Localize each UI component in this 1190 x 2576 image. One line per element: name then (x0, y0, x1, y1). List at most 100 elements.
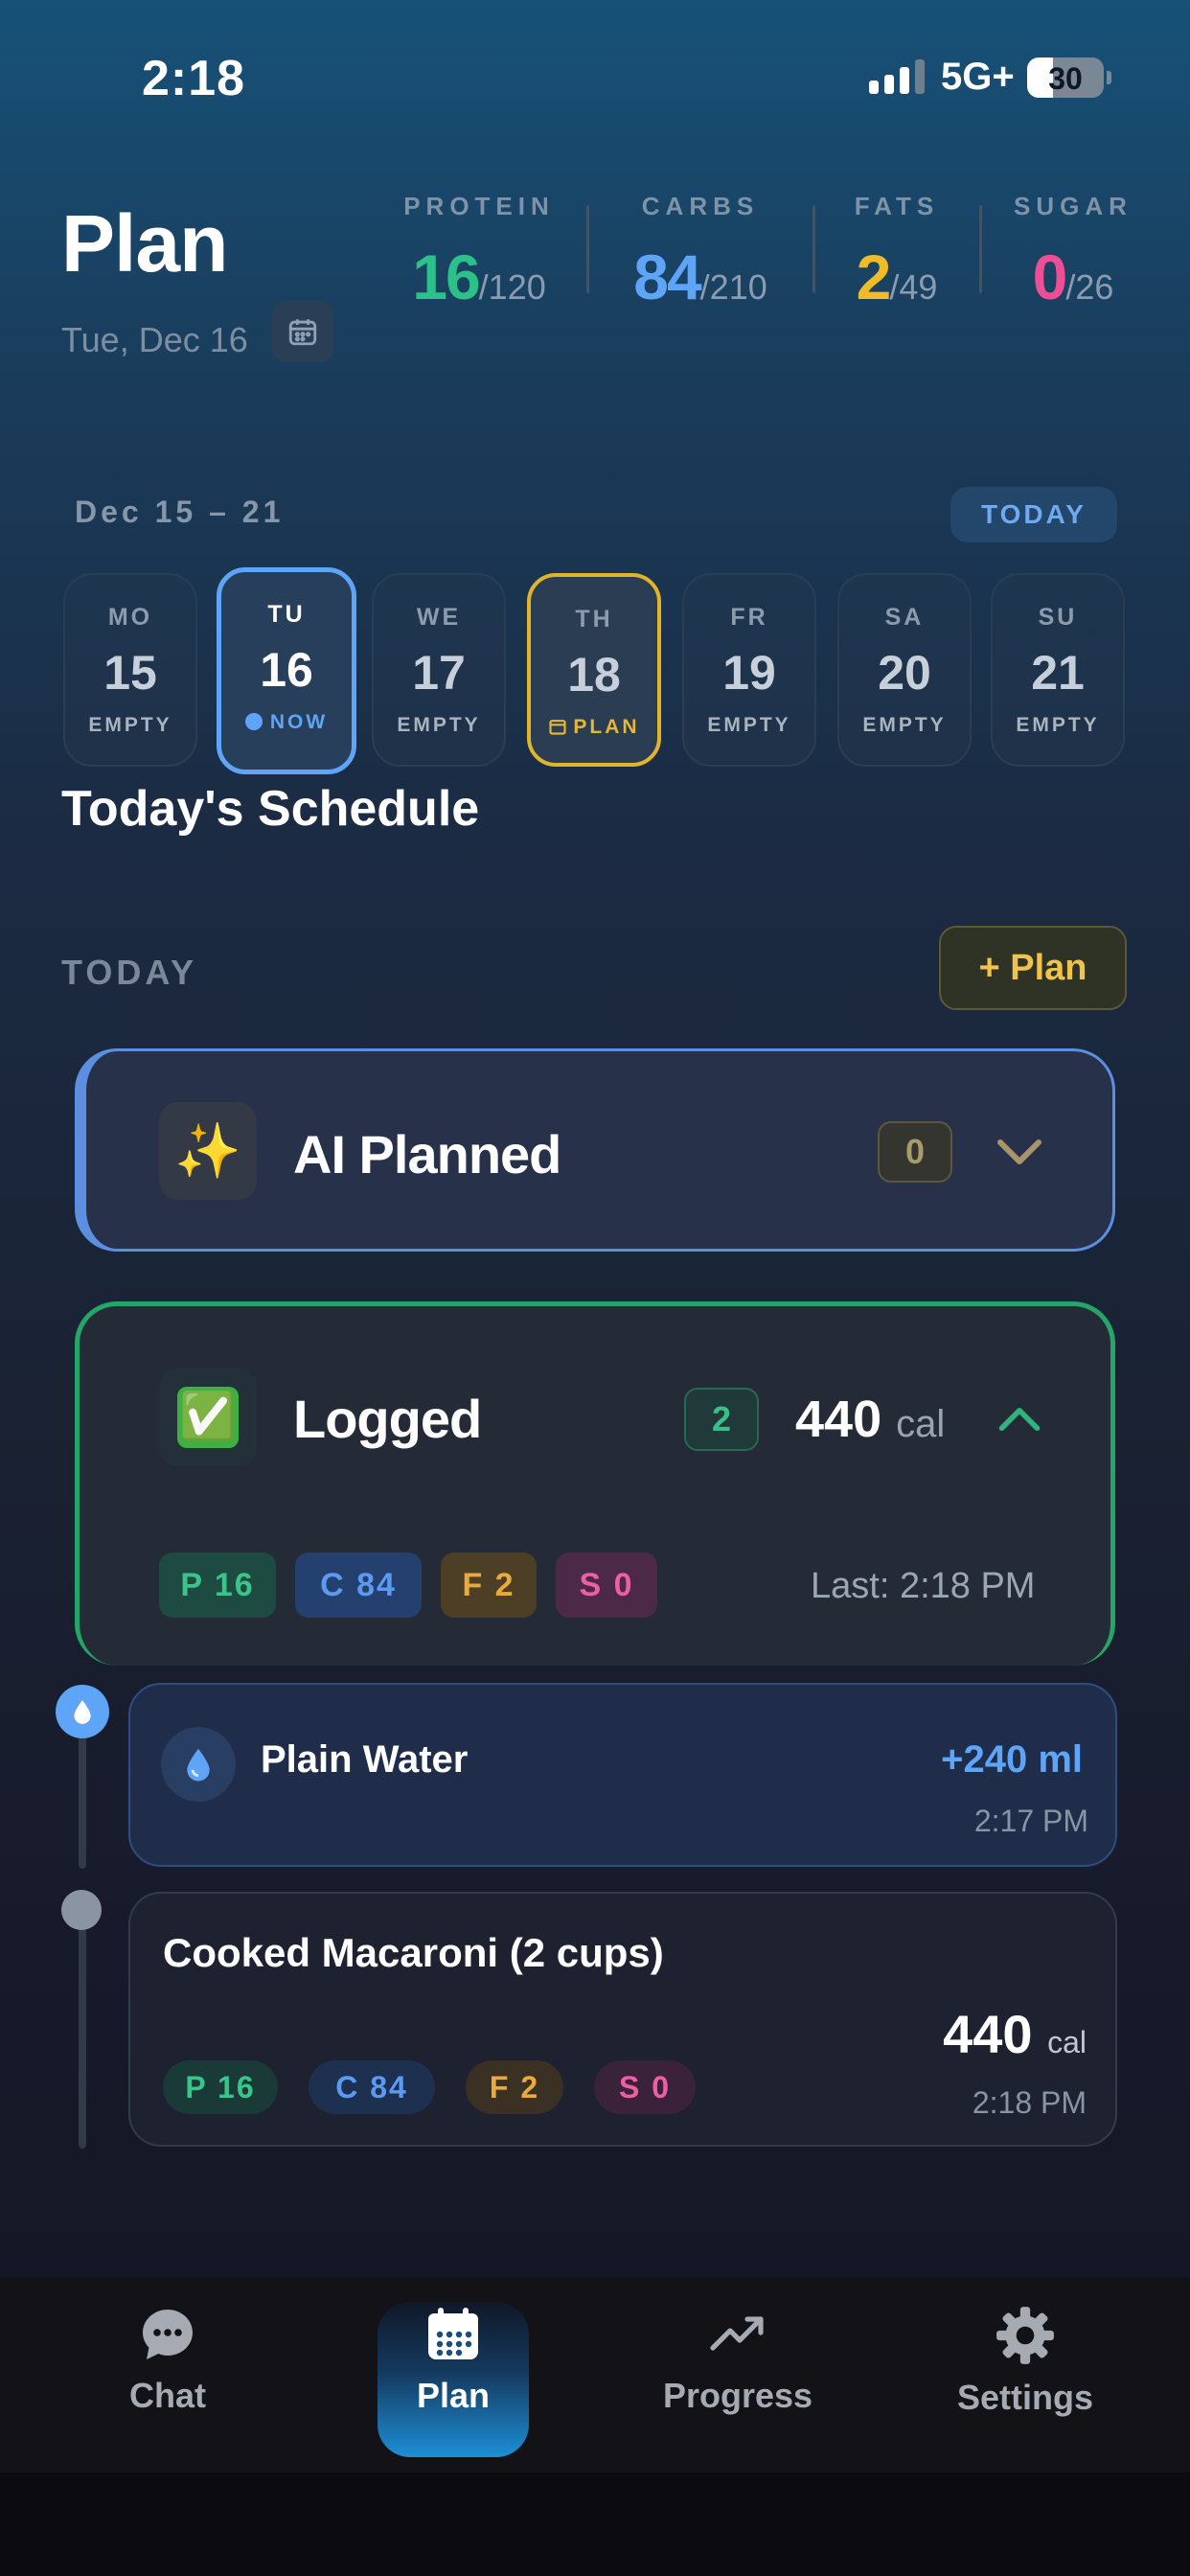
macro-fats: FATS 2/49 (839, 192, 954, 313)
pill-carbs: C 84 (295, 1552, 422, 1618)
entry-calories: 440 cal (843, 2003, 1087, 2065)
now-dot-icon (244, 713, 263, 730)
pill-protein: P 16 (163, 2060, 278, 2114)
page-title: Plan (61, 198, 228, 288)
home-indicator-area (0, 2472, 1190, 2576)
day-name: FR (730, 604, 768, 631)
macro-label: CARBS (641, 192, 760, 220)
today-button[interactable]: TODAY (950, 487, 1117, 542)
week-range: Dec 15 – 21 (75, 494, 285, 529)
timeline-water-dot (56, 1685, 109, 1738)
ai-planned-count: 0 (878, 1121, 952, 1183)
trend-up-icon (710, 2316, 764, 2351)
day-su[interactable]: SU 21 EMPTY (991, 573, 1125, 767)
last-logged-time: Last: 2:18 PM (811, 1566, 1036, 1606)
add-plan-button[interactable]: + Plan (939, 926, 1127, 1010)
battery-tip (1107, 71, 1111, 84)
day-number: 15 (103, 646, 157, 700)
entry-time: 2:17 PM (973, 1804, 1088, 1838)
check-mark-button-emoji: ✅ (177, 1387, 239, 1448)
water-amount: +240 ml (941, 1738, 1083, 1781)
divider (979, 205, 982, 293)
chat-bubble-icon (143, 2310, 193, 2359)
pill-fats: F 2 (466, 2060, 563, 2114)
macro-target: /26 (1065, 267, 1114, 307)
day-name: SA (884, 604, 925, 631)
status-time: 2:18 (142, 51, 246, 106)
day-status: EMPTY (862, 714, 947, 736)
pill-sugar: S 0 (594, 2060, 696, 2114)
tab-label: Progress (662, 2376, 813, 2415)
entry-name: Plain Water (261, 1738, 469, 1781)
calendar-button[interactable] (272, 301, 333, 362)
ai-planned-title: AI Planned (293, 1124, 561, 1184)
water-drop-icon (74, 1700, 91, 1724)
calories-unit: cal (896, 1403, 946, 1445)
day-status: EMPTY (397, 714, 481, 736)
macro-label: FATS (854, 192, 940, 220)
day-name: TH (575, 606, 613, 632)
tab-plan[interactable]: Plan (378, 2304, 529, 2416)
day-number: 18 (567, 648, 621, 702)
day-tu[interactable]: TU 16 NOW (217, 567, 356, 774)
chevron-down-icon[interactable] (995, 1135, 1044, 1174)
chevron-up-icon[interactable] (996, 1403, 1042, 1440)
day-number: 21 (1031, 646, 1085, 700)
macro-value: 2 (856, 242, 892, 312)
tab-chat[interactable]: Chat (96, 2304, 240, 2416)
day-number: 19 (722, 646, 776, 700)
day-name: TU (267, 601, 306, 628)
tab-label: Settings (956, 2378, 1093, 2417)
divider (586, 205, 589, 293)
calendar-icon (288, 319, 317, 346)
logged-title: Logged (293, 1389, 482, 1449)
macro-value: 16 (412, 242, 480, 312)
day-status: NOW (269, 711, 329, 733)
pill-sugar: S 0 (556, 1552, 657, 1618)
pill-carbs: C 84 (309, 2060, 435, 2114)
logged-calories: 440 cal (795, 1390, 945, 1449)
macro-target: /210 (699, 267, 767, 307)
entry-time: 2:18 PM (972, 2085, 1087, 2120)
timeline-food-dot (61, 1890, 102, 1930)
macro-value: 84 (633, 242, 701, 312)
calories-unit: cal (1047, 2025, 1087, 2059)
gear-icon (996, 2307, 1054, 2364)
macro-label: SUGAR (1014, 192, 1133, 220)
divider (812, 205, 815, 293)
signal-icon (869, 59, 925, 94)
plan-calendar-icon (549, 720, 566, 735)
day-fr[interactable]: FR 19 EMPTY (682, 573, 816, 767)
battery-icon: 30 (1027, 58, 1104, 98)
macro-sugar: SUGAR 0/26 (1012, 192, 1134, 313)
timeline-line (79, 1928, 86, 2149)
entry-name: Cooked Macaroni (2 cups) (163, 1930, 664, 1975)
sparkles-icon: ✨ (159, 1102, 257, 1200)
schedule-heading: Today's Schedule (61, 781, 480, 837)
tab-label: Chat (129, 2376, 206, 2415)
day-number: 17 (412, 646, 466, 700)
tab-progress[interactable]: Progress (652, 2304, 824, 2416)
tab-settings[interactable]: Settings (939, 2304, 1111, 2418)
day-name: WE (416, 604, 462, 631)
day-status: PLAN (573, 716, 640, 738)
logged-count: 2 (684, 1388, 759, 1451)
day-status: EMPTY (88, 714, 172, 736)
day-sa[interactable]: SA 20 EMPTY (837, 573, 972, 767)
macro-protein: PROTEIN 16/120 (402, 192, 556, 313)
calories-value: 440 (795, 1391, 882, 1448)
water-icon-circle (161, 1727, 236, 1802)
battery-level: 30 (1048, 61, 1083, 96)
current-date: Tue, Dec 16 (61, 320, 248, 359)
day-status: EMPTY (1016, 714, 1100, 736)
day-name: MO (107, 604, 153, 631)
sparkles-emoji: ✨ (174, 1120, 241, 1181)
day-mo[interactable]: MO 15 EMPTY (63, 573, 197, 767)
day-th[interactable]: TH 18 PLAN (527, 573, 661, 767)
pill-protein: P 16 (159, 1552, 276, 1618)
day-we[interactable]: WE 17 EMPTY (372, 573, 506, 767)
network-label: 5G+ (941, 56, 1015, 98)
macro-target: /120 (478, 267, 546, 307)
macro-label: PROTEIN (403, 192, 555, 220)
timeline-line (79, 1735, 86, 1869)
